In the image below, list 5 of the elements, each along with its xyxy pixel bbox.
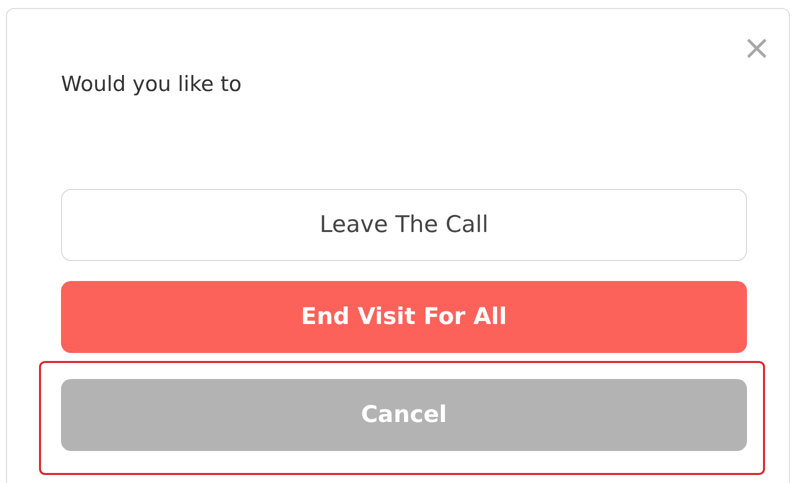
dialog-button[interactable]: End Visit For All: [61, 281, 747, 353]
dialog-button[interactable]: Leave The Call: [61, 189, 747, 261]
dialog-prompt: Would you like to: [61, 71, 243, 98]
dialog-button[interactable]: Cancel: [61, 379, 747, 451]
close-button[interactable]: ×: [738, 31, 775, 65]
